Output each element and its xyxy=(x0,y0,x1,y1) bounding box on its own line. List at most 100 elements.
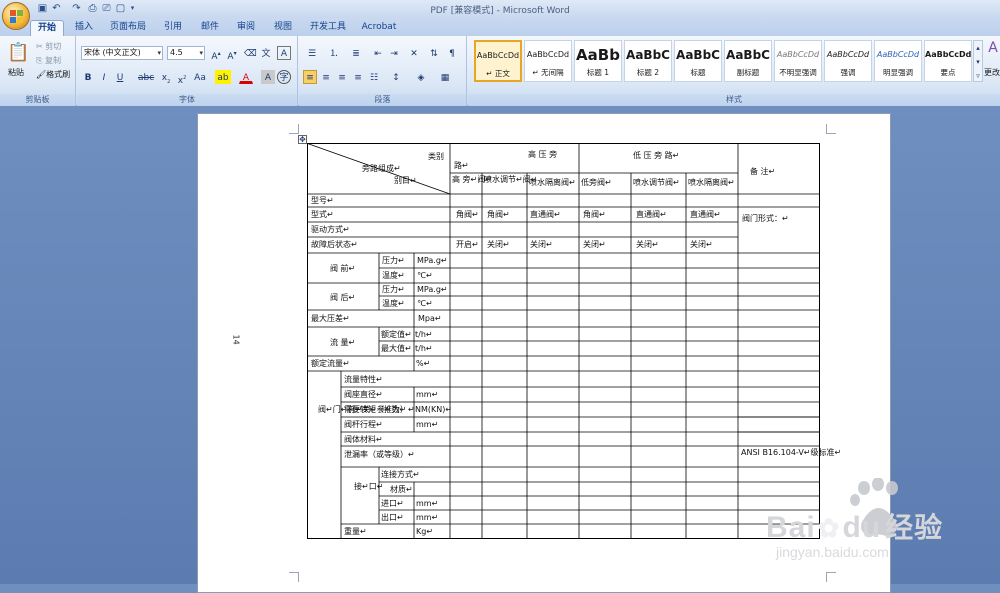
show-marks-icon[interactable]: ¶ xyxy=(445,46,459,60)
clear-format-icon[interactable]: ⌫ xyxy=(243,46,257,60)
cut-button[interactable]: ✂ 剪切 xyxy=(36,40,61,53)
pressure-label: 压力↵ xyxy=(382,285,405,294)
tab-mailings[interactable]: 邮件 xyxy=(193,20,227,36)
style-heading-2[interactable]: AaBbC 标题 2 xyxy=(624,40,672,82)
style-subtle-emphasis[interactable]: AaBbCcDd 不明显强调 xyxy=(774,40,822,82)
style-name: 强调 xyxy=(840,68,856,77)
char-border-icon[interactable]: A xyxy=(277,46,291,60)
rated-flow-label: 额定流量↵ xyxy=(311,359,350,368)
lp-bypass-header: 低 压 旁 路↵ xyxy=(633,151,680,160)
line-spacing-icon[interactable]: ↕ xyxy=(387,70,405,84)
font-size-combo[interactable]: 4.5 ▾ xyxy=(167,46,205,60)
row-fail-state: 故障后状态↵ xyxy=(311,240,358,249)
justify-icon[interactable]: ≡ xyxy=(351,70,365,84)
paste-icon[interactable]: 📋 xyxy=(6,40,29,64)
multilevel-list-icon[interactable]: ≣ xyxy=(347,46,365,60)
customize-qat-icon[interactable]: ▾ xyxy=(126,2,139,15)
tab-home[interactable]: 开始 xyxy=(30,20,64,36)
enclose-char-icon[interactable]: 字 xyxy=(277,70,291,84)
distribute-icon[interactable]: ☷ xyxy=(367,70,381,84)
numbering-icon[interactable]: ⒈ xyxy=(325,46,343,60)
underline-icon[interactable]: U xyxy=(113,70,127,84)
style-name: 标题 1 xyxy=(586,68,610,77)
tab-acrobat[interactable]: Acrobat xyxy=(356,20,402,36)
change-styles-button[interactable]: 更改 xyxy=(984,66,1000,79)
styles-scroll-icon[interactable]: ▴ ▾ ▿ xyxy=(973,40,983,82)
style-intense-emphasis[interactable]: AaBbCcDd 明显强调 xyxy=(874,40,922,82)
chevron-down-icon: ▾ xyxy=(157,49,161,57)
save-icon[interactable]: ▣ xyxy=(36,2,49,15)
unit-th: t/h↵ xyxy=(415,344,433,353)
print-icon[interactable]: ⎚ xyxy=(100,2,113,15)
tab-developer[interactable]: 开发工具 xyxy=(303,20,353,36)
tab-references[interactable]: 引用 xyxy=(155,20,191,36)
fail-value: 关闭↵ xyxy=(690,240,713,249)
bullets-icon[interactable]: ☰ xyxy=(303,46,321,60)
style-name: ↵ 无间隔 xyxy=(532,68,564,77)
increase-indent-icon[interactable]: ⇥ xyxy=(387,46,401,60)
undo-icon[interactable]: ↶ xyxy=(50,2,63,15)
chevron-down-icon: ▾ xyxy=(199,49,203,57)
fail-value: 关闭↵ xyxy=(636,240,659,249)
corner-bypass: 旁路组成↵ xyxy=(362,164,401,173)
highlight-icon[interactable]: ab xyxy=(215,70,231,84)
shading-icon[interactable]: ◈ xyxy=(411,70,431,84)
tab-insert[interactable]: 插入 xyxy=(66,20,102,36)
char-shading-icon[interactable]: A xyxy=(261,70,275,84)
window-title: PDF [兼容模式] - Microsoft Word xyxy=(430,6,570,16)
redo-icon[interactable]: ↷ xyxy=(70,2,83,15)
crop-mark xyxy=(289,572,299,582)
style-heading-1[interactable]: AaBb 标题 1 xyxy=(574,40,622,82)
office-button[interactable] xyxy=(2,2,30,30)
ribbon: 📋 粘贴 ✂ 剪切 ⎘ 复制 🖌格式刷 剪贴板 宋体 (中文正文) ▾ 4.5 ▾ … xyxy=(0,36,1000,106)
italic-icon[interactable]: I xyxy=(97,70,111,84)
style-normal[interactable]: AaBbCcDd ↵ 正文 xyxy=(474,40,522,82)
sort-icon[interactable]: ⇅ xyxy=(427,46,441,60)
type-value: 角阀↵ xyxy=(583,210,606,219)
align-right-icon[interactable]: ≡ xyxy=(335,70,349,84)
grow-font-icon[interactable]: A▴ xyxy=(209,46,223,62)
change-case-icon[interactable]: Aa xyxy=(191,70,209,84)
style-sample: AaBbCcDd xyxy=(826,50,870,59)
change-styles-icon[interactable]: A xyxy=(986,40,1000,55)
format-painter-button[interactable]: 🖌格式刷 xyxy=(36,68,70,81)
align-left-icon[interactable]: ≡ xyxy=(303,70,317,84)
strikethrough-icon[interactable]: abc xyxy=(137,70,155,84)
copy-label: 复制 xyxy=(44,56,61,65)
chinese-layout-icon[interactable]: ✕ xyxy=(405,46,423,60)
fail-value: 关闭↵ xyxy=(583,240,606,249)
tab-review[interactable]: 审阅 xyxy=(229,20,263,36)
unit-percent: %↵ xyxy=(416,359,431,368)
phonetic-guide-icon[interactable]: 文 xyxy=(259,46,273,60)
style-strong[interactable]: AaBbCcDd 要点 xyxy=(924,40,972,82)
font-name-combo[interactable]: 宋体 (中文正文) ▾ xyxy=(81,46,163,60)
unit-celsius: ℃↵ xyxy=(417,299,433,308)
style-no-spacing[interactable]: AaBbCcDd ↵ 无间隔 xyxy=(524,40,572,82)
body-material-label: 阀体材料↵ xyxy=(344,435,383,444)
style-emphasis[interactable]: AaBbCcDd 强调 xyxy=(824,40,872,82)
copy-button[interactable]: ⎘ 复制 xyxy=(36,54,61,67)
style-title[interactable]: AaBbC 标题 xyxy=(674,40,722,82)
watermark-url: jingyan.baidu.com xyxy=(776,544,889,560)
paste-button[interactable]: 粘贴 xyxy=(8,66,24,79)
title-bar: PDF [兼容模式] - Microsoft Word xyxy=(0,0,1000,18)
decrease-indent-icon[interactable]: ⇤ xyxy=(371,46,385,60)
style-subtitle[interactable]: AaBbC 副标题 xyxy=(724,40,772,82)
ribbon-tab-bar: 开始 插入 页面布局 引用 邮件 审阅 视图 开发工具 Acrobat xyxy=(0,18,1000,36)
superscript-icon[interactable]: x2 xyxy=(175,70,189,86)
print-preview-icon[interactable]: ⎙ xyxy=(86,2,99,15)
tab-page-layout[interactable]: 页面布局 xyxy=(104,20,152,36)
align-center-icon[interactable]: ≡ xyxy=(319,70,333,84)
material-label: 材质↵ xyxy=(390,485,413,494)
bold-icon[interactable]: B xyxy=(81,70,95,84)
table-move-handle-icon[interactable]: ✥ xyxy=(298,135,307,144)
subscript-icon[interactable]: x2 xyxy=(159,70,173,85)
valve-form-remark: 阀门形式：↵ xyxy=(742,214,789,223)
tab-view[interactable]: 视图 xyxy=(265,20,301,36)
shrink-font-icon[interactable]: A▾ xyxy=(225,46,239,62)
font-color-icon[interactable]: A xyxy=(239,70,253,84)
styles-group-label: 样式 xyxy=(468,94,1000,106)
borders-icon[interactable]: ▦ xyxy=(435,70,455,84)
hp-bypass-header-2: 路↵ xyxy=(454,161,469,170)
temperature-label: 温度↵ xyxy=(382,271,405,280)
